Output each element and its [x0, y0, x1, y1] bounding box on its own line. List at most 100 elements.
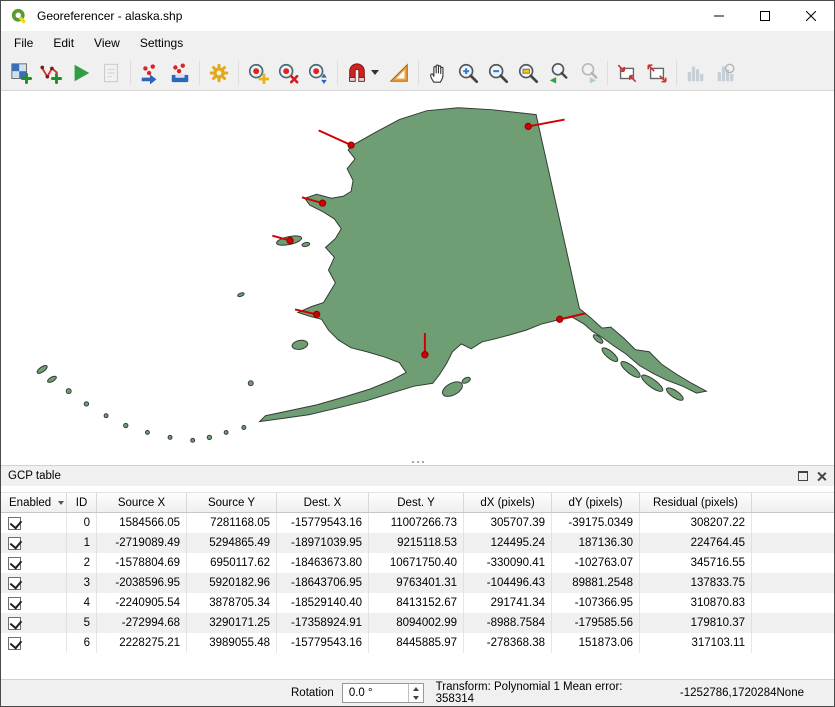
cell-dest-x[interactable]: -18529140.40 [277, 593, 369, 613]
gcp-enabled-checkbox[interactable] [8, 637, 21, 650]
cell-residual-pixels[interactable]: 137833.75 [640, 573, 752, 593]
zoom-out-icon[interactable] [483, 58, 513, 88]
gcp-marker[interactable] [319, 130, 355, 148]
open-vector-icon[interactable] [36, 58, 66, 88]
pan-icon[interactable] [423, 58, 453, 88]
cell-dest-x[interactable]: -18643706.95 [277, 573, 369, 593]
cell-source-y[interactable]: 6950117.62 [187, 553, 277, 573]
gcp-enabled-checkbox[interactable] [8, 577, 21, 590]
column-header-id[interactable]: ID [67, 493, 97, 512]
gcp-table-row[interactable]: 2-1578804.696950117.62-18463673.80106717… [1, 553, 834, 573]
cell-source-y[interactable]: 5294865.49 [187, 533, 277, 553]
cell-id[interactable]: 0 [67, 513, 97, 533]
menu-view[interactable]: View [84, 31, 130, 55]
cell-dy-pixels[interactable]: -107366.95 [552, 593, 640, 613]
gcp-table-row[interactable]: 62228275.213989055.48-15779543.168445885… [1, 633, 834, 653]
cell-residual-pixels[interactable]: 317103.11 [640, 633, 752, 653]
column-header-dy-pixels[interactable]: dY (pixels) [552, 493, 640, 512]
menu-edit[interactable]: Edit [43, 31, 84, 55]
gcp-table-row[interactable]: 4-2240905.543878705.34-18529140.40841315… [1, 593, 834, 613]
cell-dest-y[interactable]: 11007266.73 [369, 513, 464, 533]
cell-residual-pixels[interactable]: 224764.45 [640, 533, 752, 553]
cell-source-y[interactable]: 7281168.05 [187, 513, 277, 533]
open-raster-icon[interactable] [6, 58, 36, 88]
map-view[interactable] [1, 91, 834, 459]
transformation-settings-icon[interactable] [204, 58, 234, 88]
gcp-enabled-checkbox[interactable] [8, 537, 21, 550]
set-square-icon[interactable] [384, 58, 414, 88]
cell-dx-pixels[interactable]: -278368.38 [464, 633, 552, 653]
gcp-enabled-checkbox[interactable] [8, 517, 21, 530]
snapping-icon[interactable] [342, 58, 372, 88]
cell-dest-x[interactable]: -15779543.16 [277, 513, 369, 533]
cell-source-x[interactable]: 2228275.21 [97, 633, 187, 653]
spin-up-icon[interactable] [409, 684, 423, 693]
cell-residual-pixels[interactable]: 345716.55 [640, 553, 752, 573]
cell-source-x[interactable]: -2038596.95 [97, 573, 187, 593]
column-header-dest-y[interactable]: Dest. Y [369, 493, 464, 512]
cell-dx-pixels[interactable]: 291741.34 [464, 593, 552, 613]
cell-dest-x[interactable]: -18971039.95 [277, 533, 369, 553]
move-point-icon[interactable] [303, 58, 333, 88]
add-point-icon[interactable] [243, 58, 273, 88]
title-bar[interactable]: Georeferencer - alaska.shp [1, 1, 834, 31]
delete-point-icon[interactable] [273, 58, 303, 88]
zoom-to-layer-icon[interactable] [513, 58, 543, 88]
cell-id[interactable]: 3 [67, 573, 97, 593]
link-qgis-to-georeferencer-icon[interactable] [642, 58, 672, 88]
cell-dest-x[interactable]: -15779543.16 [277, 633, 369, 653]
cell-dest-y[interactable]: 8094002.99 [369, 613, 464, 633]
cell-dy-pixels[interactable]: -102763.07 [552, 553, 640, 573]
snapping-dropdown-icon[interactable] [371, 70, 379, 75]
start-georeferencing-icon[interactable] [66, 58, 96, 88]
cell-source-y[interactable]: 3989055.48 [187, 633, 277, 653]
cell-dx-pixels[interactable]: 305707.39 [464, 513, 552, 533]
cell-id[interactable]: 5 [67, 613, 97, 633]
cell-source-x[interactable]: -2240905.54 [97, 593, 187, 613]
link-georeferencer-to-qgis-icon[interactable] [612, 58, 642, 88]
cell-dest-y[interactable]: 9215118.53 [369, 533, 464, 553]
gcp-enabled-checkbox[interactable] [8, 617, 21, 630]
column-header-dest-x[interactable]: Dest. X [277, 493, 369, 512]
rotation-spinbox[interactable]: 0.0 ° [342, 683, 424, 703]
cell-dy-pixels[interactable]: 151873.06 [552, 633, 640, 653]
cell-dest-y[interactable]: 9763401.31 [369, 573, 464, 593]
gcp-table-row[interactable]: 01584566.057281168.05-15779543.161100726… [1, 513, 834, 533]
gcp-enabled-checkbox[interactable] [8, 597, 21, 610]
cell-dest-y[interactable]: 8445885.97 [369, 633, 464, 653]
cell-source-x[interactable]: 1584566.05 [97, 513, 187, 533]
menu-file[interactable]: File [4, 31, 43, 55]
float-panel-icon[interactable] [798, 471, 808, 481]
cell-dx-pixels[interactable]: 124495.24 [464, 533, 552, 553]
column-header-source-x[interactable]: Source X [97, 493, 187, 512]
cell-residual-pixels[interactable]: 310870.83 [640, 593, 752, 613]
spin-down-icon[interactable] [409, 693, 423, 702]
save-gcp-points-icon[interactable] [165, 58, 195, 88]
column-header-source-y[interactable]: Source Y [187, 493, 277, 512]
close-button[interactable] [788, 1, 834, 31]
gcp-table-row[interactable]: 3-2038596.955920182.96-18643706.95976340… [1, 573, 834, 593]
cell-source-y[interactable]: 3290171.25 [187, 613, 277, 633]
gcp-table-row[interactable]: 5-272994.683290171.25-17358924.918094002… [1, 613, 834, 633]
cell-dy-pixels[interactable]: 89881.2548 [552, 573, 640, 593]
cell-dx-pixels[interactable]: -104496.43 [464, 573, 552, 593]
maximize-button[interactable] [742, 1, 788, 31]
gcp-table-row[interactable]: 1-2719089.495294865.49-18971039.95921511… [1, 533, 834, 553]
load-gcp-points-icon[interactable] [135, 58, 165, 88]
cell-id[interactable]: 4 [67, 593, 97, 613]
menu-settings[interactable]: Settings [130, 31, 193, 55]
cell-dx-pixels[interactable]: -8988.7584 [464, 613, 552, 633]
cell-residual-pixels[interactable]: 179810.37 [640, 613, 752, 633]
cell-dy-pixels[interactable]: 187136.30 [552, 533, 640, 553]
cell-source-y[interactable]: 5920182.96 [187, 573, 277, 593]
zoom-in-icon[interactable] [453, 58, 483, 88]
cell-id[interactable]: 2 [67, 553, 97, 573]
cell-dest-y[interactable]: 8413152.67 [369, 593, 464, 613]
cell-id[interactable]: 6 [67, 633, 97, 653]
column-header-residual-pixels[interactable]: Residual (pixels) [640, 493, 752, 512]
cell-id[interactable]: 1 [67, 533, 97, 553]
minimize-button[interactable] [696, 1, 742, 31]
cell-source-x[interactable]: -2719089.49 [97, 533, 187, 553]
cell-dy-pixels[interactable]: -39175.0349 [552, 513, 640, 533]
cell-dx-pixels[interactable]: -330090.41 [464, 553, 552, 573]
